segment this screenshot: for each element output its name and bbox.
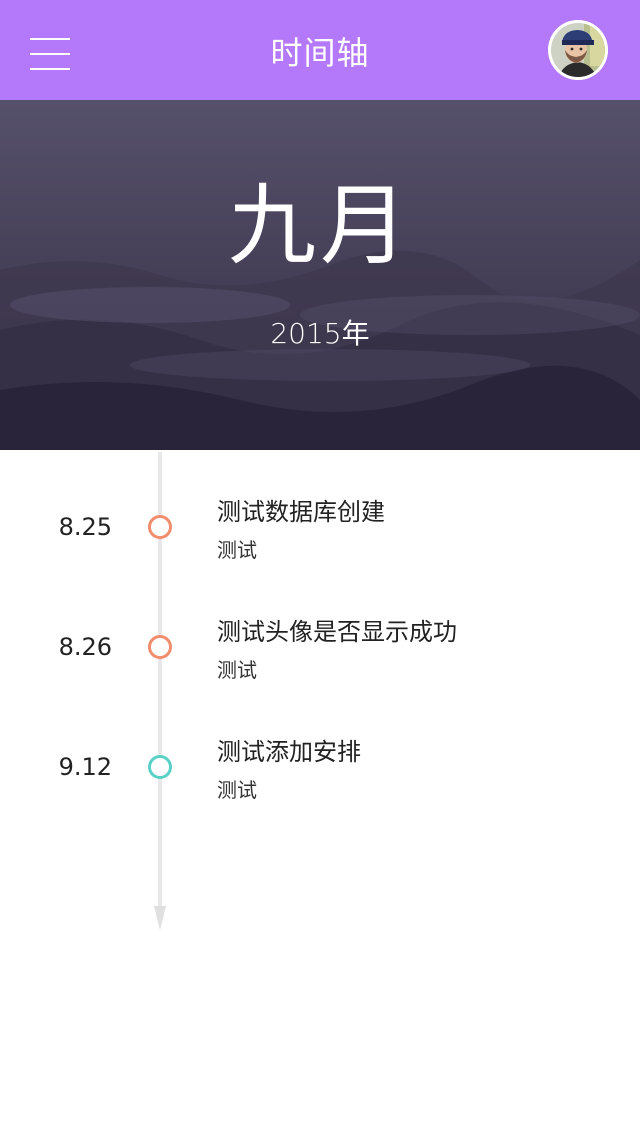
month-hero-banner: 九月 2015年 — [0, 100, 640, 450]
timeline-arrow-icon — [154, 906, 166, 930]
entry-date: 9.12 — [58, 753, 112, 781]
entry-subtitle: 测试 — [217, 778, 257, 802]
timeline-entry[interactable]: 8.25 测试数据库创建 测试 — [0, 466, 640, 562]
timeline-list: 8.25 测试数据库创建 测试 8.26 测试头像是否显示成功 测试 9.12 … — [0, 450, 640, 1136]
timeline-dot-icon — [148, 755, 172, 779]
avatar-portrait-image — [548, 20, 608, 80]
entry-title: 测试数据库创建 — [217, 498, 385, 526]
timeline-dot-icon — [148, 635, 172, 659]
entry-title: 测试添加安排 — [217, 738, 361, 766]
menu-line-bottom — [30, 68, 70, 70]
page-title: 时间轴 — [270, 34, 370, 72]
entry-title: 测试头像是否显示成功 — [217, 618, 457, 646]
entry-date: 8.26 — [58, 633, 112, 661]
entry-date: 8.25 — [58, 513, 112, 541]
year-label: 2015年 — [270, 317, 370, 350]
timeline-entry[interactable]: 9.12 测试添加安排 测试 — [0, 706, 640, 802]
app-screen: 时间轴 九月 2015年 8.25 测试数据库创建 测试 8.26 测试头像是否… — [0, 0, 640, 1136]
entry-subtitle: 测试 — [217, 658, 257, 682]
timeline-dot-icon — [148, 515, 172, 539]
menu-line-middle — [30, 53, 70, 55]
entry-subtitle: 测试 — [217, 538, 257, 562]
user-avatar[interactable] — [548, 20, 608, 80]
month-label: 九月 — [227, 174, 412, 277]
hamburger-menu-icon[interactable] — [30, 38, 70, 72]
menu-line-top — [30, 38, 70, 40]
top-nav-bar: 时间轴 — [0, 0, 640, 100]
timeline-entry[interactable]: 8.26 测试头像是否显示成功 测试 — [0, 586, 640, 682]
